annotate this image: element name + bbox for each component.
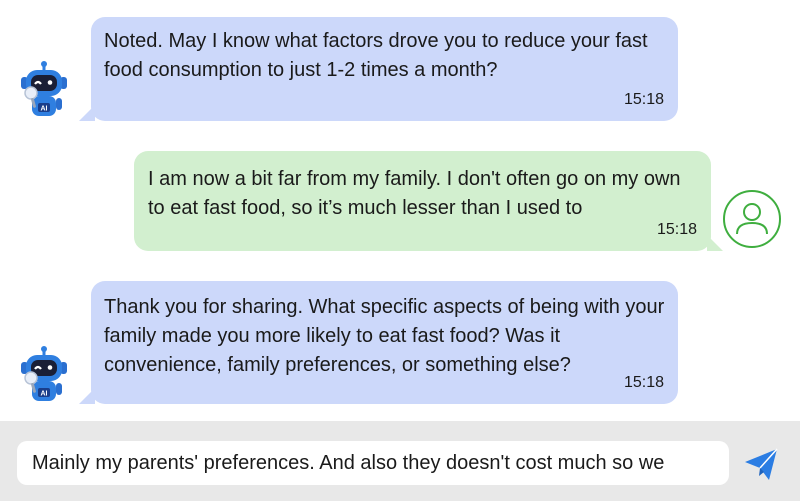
bubble-tail [79, 105, 95, 121]
message-timestamp: 15:18 [623, 91, 664, 108]
ai-robot-avatar: AI [18, 345, 70, 405]
bubble-tail [707, 235, 723, 251]
bot-message-bubble: Thank you for sharing. What specific asp… [79, 281, 678, 404]
message-text: Noted. May I know what factors drove you… [104, 30, 654, 81]
message-timestamp: 15:18 [656, 221, 697, 238]
ai-robot-avatar: AI [18, 60, 70, 120]
ai-robot-icon: AI [21, 61, 67, 116]
send-paper-plane-icon [745, 448, 778, 480]
message-composer: Mainly my parents' preferences. And also… [0, 421, 800, 501]
message-timestamp: 15:18 [623, 374, 664, 391]
chat-message-list: AI Noted. May I know what factors drove … [0, 0, 800, 421]
ai-robot-icon: AI [21, 346, 67, 401]
user-avatar [722, 189, 782, 249]
user-profile-icon [723, 190, 781, 248]
user-message-bubble: I am now a bit far from my family. I don… [134, 151, 723, 251]
ai-badge-label: AI [41, 106, 48, 113]
message-text: Thank you for sharing. What specific asp… [104, 296, 670, 376]
message-text: I am now a bit far from my family. I don… [148, 168, 687, 219]
send-button[interactable] [742, 445, 780, 483]
message-input[interactable]: Mainly my parents' preferences. And also… [17, 441, 729, 485]
bubble-tail [79, 388, 95, 404]
bot-message-bubble: Noted. May I know what factors drove you… [79, 17, 678, 121]
ai-badge-label: AI [41, 391, 48, 398]
